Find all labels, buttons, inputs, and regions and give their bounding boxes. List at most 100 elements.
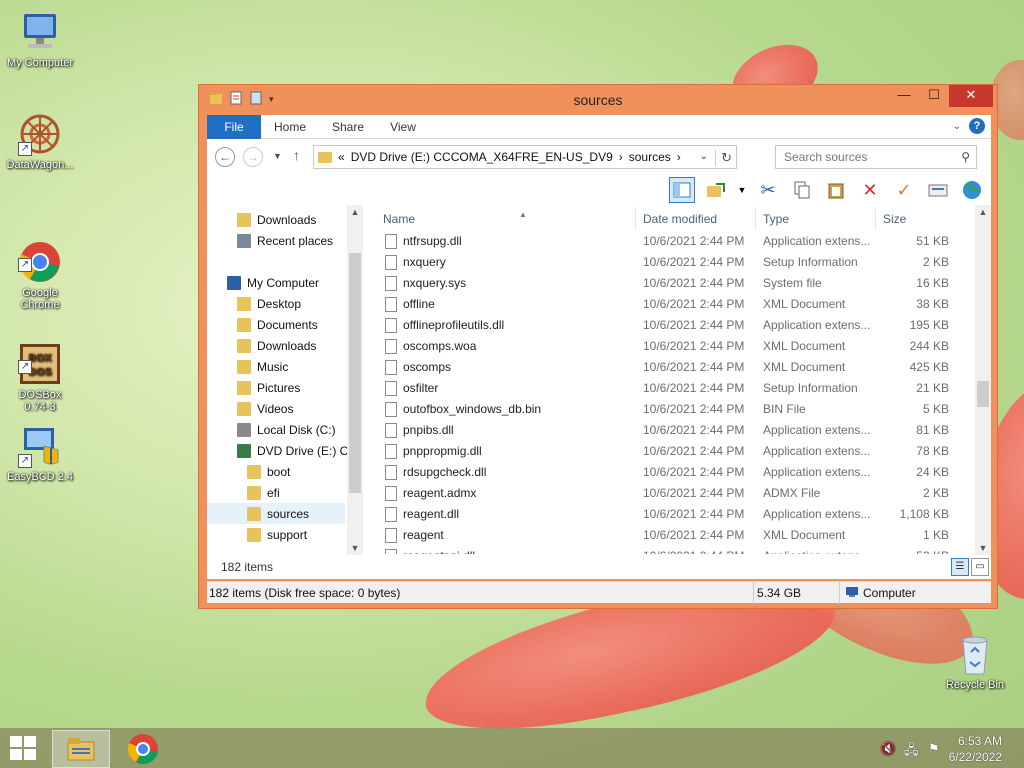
properties-icon[interactable] bbox=[925, 177, 951, 203]
file-row[interactable]: osfilter 10/6/2021 2:44 PM Setup Informati… bbox=[367, 378, 967, 399]
file-row[interactable]: reagent.dll 10/6/2021 2:44 PM Application … bbox=[367, 504, 967, 525]
desktop-icon-easybcd[interactable]: ↗ EasyBCD 2.4 bbox=[0, 424, 80, 483]
nav-item-my-computer[interactable]: My Computer bbox=[207, 272, 319, 293]
nav-item-music[interactable]: Music bbox=[207, 356, 288, 377]
action-center-flag-icon[interactable]: ⚑ bbox=[928, 741, 940, 757]
file-row[interactable]: ntfrsupg.dll 10/6/2021 2:44 PM Application… bbox=[367, 231, 967, 252]
nav-item-support[interactable]: support bbox=[207, 524, 307, 545]
title-bar[interactable]: ▾ sources — ☐ ✕ bbox=[199, 85, 997, 115]
breadcrumb-separator[interactable]: › bbox=[677, 150, 681, 164]
scrollbar-thumb[interactable] bbox=[349, 253, 361, 493]
file-row[interactable]: oscomps.woa 10/6/2021 2:44 PM XML Document… bbox=[367, 336, 967, 357]
tab-home[interactable]: Home bbox=[267, 115, 313, 139]
details-view-button[interactable]: ☰ bbox=[951, 558, 969, 576]
taskbar-chrome[interactable] bbox=[114, 730, 172, 768]
rename-check-icon[interactable]: ✓ bbox=[891, 177, 917, 203]
nav-item-boot[interactable]: boot bbox=[207, 461, 290, 482]
forward-button[interactable]: → bbox=[243, 147, 263, 167]
expand-ribbon-icon[interactable]: ⌄ bbox=[953, 121, 961, 132]
file-type: Application extens... bbox=[763, 318, 871, 332]
scroll-down-icon[interactable]: ▼ bbox=[975, 543, 991, 553]
folder-options-icon[interactable] bbox=[703, 177, 729, 203]
start-button[interactable] bbox=[10, 736, 38, 760]
nav-item-documents[interactable]: Documents bbox=[207, 314, 318, 335]
file-row[interactable]: nxquery.sys 10/6/2021 2:44 PM System file 1… bbox=[367, 273, 967, 294]
file-row[interactable]: reagent 10/6/2021 2:44 PM XML Document 1 KB bbox=[367, 525, 967, 546]
address-bar[interactable]: « DVD Drive (E:) CCCOMA_X64FRE_EN-US_DV9… bbox=[313, 145, 737, 169]
column-header-name[interactable]: Name ▲ bbox=[383, 209, 633, 229]
scrollbar-thumb[interactable] bbox=[977, 381, 989, 407]
nav-item-pictures[interactable]: Pictures bbox=[207, 377, 300, 398]
nav-item-downloads[interactable]: Downloads bbox=[207, 335, 316, 356]
delete-icon[interactable]: ✕ bbox=[857, 177, 883, 203]
desktop-icon-datawagon[interactable]: ↗ DataWagon... bbox=[0, 112, 80, 171]
taskbar-file-explorer[interactable] bbox=[52, 730, 110, 768]
nav-item-local-disk-c[interactable]: Local Disk (C:) bbox=[207, 419, 336, 440]
preview-pane-icon[interactable] bbox=[669, 177, 695, 203]
file-row[interactable]: outofbox_windows_db.bin 10/6/2021 2:44 PM… bbox=[367, 399, 967, 420]
nav-item-sources[interactable]: sources bbox=[207, 503, 345, 524]
column-header-size[interactable]: Size bbox=[883, 209, 963, 229]
large-icons-view-button[interactable]: ▭ bbox=[971, 558, 989, 576]
desktop-icon-my-computer[interactable]: My Computer bbox=[0, 10, 80, 69]
address-overflow[interactable]: « bbox=[338, 150, 345, 164]
nav-item-desktop[interactable]: Desktop bbox=[207, 293, 301, 314]
column-divider[interactable] bbox=[755, 207, 756, 229]
nav-item-recent-places[interactable]: Recent places bbox=[207, 230, 333, 251]
scroll-up-icon[interactable]: ▲ bbox=[347, 207, 363, 217]
breadcrumb-segment[interactable]: DVD Drive (E:) CCCOMA_X64FRE_EN-US_DV9 bbox=[351, 150, 613, 164]
file-row[interactable]: offlineprofileutils.dll 10/6/2021 2:44 PM… bbox=[367, 315, 967, 336]
file-row[interactable]: pnpibs.dll 10/6/2021 2:44 PM Application e… bbox=[367, 420, 967, 441]
nav-item-videos[interactable]: Videos bbox=[207, 398, 293, 419]
minimize-button[interactable]: — bbox=[889, 85, 919, 107]
column-header-type[interactable]: Type bbox=[763, 209, 873, 229]
file-row[interactable]: offline 10/6/2021 2:44 PM XML Document 38 K… bbox=[367, 294, 967, 315]
breadcrumb-segment[interactable]: sources bbox=[629, 150, 671, 164]
column-label: Name bbox=[383, 212, 416, 226]
up-button[interactable]: ↑ bbox=[293, 147, 300, 163]
tab-file[interactable]: File bbox=[207, 115, 261, 139]
paste-icon[interactable] bbox=[823, 177, 849, 203]
cut-icon[interactable]: ✂ bbox=[755, 177, 781, 203]
column-divider[interactable] bbox=[635, 207, 636, 229]
copy-icon[interactable] bbox=[789, 177, 815, 203]
desktop-icon-dosbox[interactable]: BOX DOS ↗ DOSBox 0.74-3 bbox=[0, 318, 80, 425]
file-row[interactable]: oscomps 10/6/2021 2:44 PM XML Document 425 … bbox=[367, 357, 967, 378]
column-header-date[interactable]: Date modified bbox=[643, 209, 755, 229]
desktop-icon-google-chrome[interactable]: ↗ Google Chrome bbox=[0, 216, 80, 323]
layout-dropdown-icon[interactable]: ▼ bbox=[737, 177, 747, 203]
file-row[interactable]: pnppropmig.dll 10/6/2021 2:44 PM Applicati… bbox=[367, 441, 967, 462]
nav-item-downloads[interactable]: Downloads bbox=[207, 209, 316, 230]
nav-item-dvd-drive-e-cc[interactable]: DVD Drive (E:) CC bbox=[207, 440, 347, 461]
file-icon bbox=[385, 255, 397, 270]
column-divider[interactable] bbox=[875, 207, 876, 229]
navigation-scrollbar[interactable]: ▲ ▼ bbox=[347, 205, 363, 555]
desktop-icon-recycle-bin[interactable]: Recycle Bin bbox=[935, 632, 1015, 691]
file-date: 10/6/2021 2:44 PM bbox=[643, 528, 745, 542]
maximize-button[interactable]: ☐ bbox=[919, 85, 949, 107]
nav-item-efi[interactable]: efi bbox=[207, 482, 280, 503]
clock[interactable]: 6:53 AM 6/22/2022 bbox=[949, 733, 1002, 765]
file-row[interactable]: reagentapi.dll 10/6/2021 2:44 PM Applicati… bbox=[367, 546, 967, 554]
explorer-window[interactable]: ▾ sources — ☐ ✕ File Home Share View ⌄ ?… bbox=[198, 84, 998, 609]
tab-view[interactable]: View bbox=[383, 115, 423, 139]
file-row[interactable]: reagent.admx 10/6/2021 2:44 PM ADMX File 2 … bbox=[367, 483, 967, 504]
internet-globe-icon[interactable] bbox=[959, 177, 985, 203]
file-row[interactable]: rdsupgcheck.dll 10/6/2021 2:44 PM Applicat… bbox=[367, 462, 967, 483]
address-dropdown-icon[interactable]: ⌄ bbox=[700, 151, 708, 162]
recent-locations-icon[interactable]: ▼ bbox=[273, 151, 282, 161]
refresh-icon[interactable]: ↻ bbox=[715, 150, 732, 166]
scroll-down-icon[interactable]: ▼ bbox=[347, 543, 363, 553]
tab-share[interactable]: Share bbox=[327, 115, 369, 139]
breadcrumb-separator[interactable]: › bbox=[619, 150, 623, 164]
search-input[interactable]: Search sources ⚲ bbox=[775, 145, 977, 169]
help-icon[interactable]: ? bbox=[969, 118, 985, 134]
back-button[interactable]: ← bbox=[215, 147, 235, 167]
close-button[interactable]: ✕ bbox=[949, 85, 993, 107]
volume-muted-icon[interactable]: 🔇 bbox=[880, 741, 896, 757]
file-list-scrollbar[interactable]: ▲ ▼ bbox=[975, 205, 991, 555]
search-icon[interactable]: ⚲ bbox=[961, 146, 970, 168]
file-row[interactable]: nxquery 10/6/2021 2:44 PM Setup Informatio… bbox=[367, 252, 967, 273]
scroll-up-icon[interactable]: ▲ bbox=[975, 207, 991, 217]
network-icon[interactable]: 🖧 bbox=[904, 741, 919, 763]
